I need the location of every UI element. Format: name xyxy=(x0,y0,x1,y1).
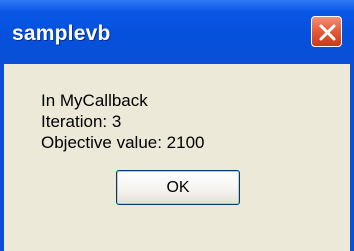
message-line-objective: Objective value: 2100 xyxy=(41,133,205,152)
title-bar[interactable]: samplevb xyxy=(0,0,354,64)
close-icon xyxy=(319,24,336,41)
message-box-window: samplevb In MyCallback Iteration: 3 Obje… xyxy=(0,0,354,251)
message-line-callback: In MyCallback xyxy=(41,91,148,110)
message-line-iteration: Iteration: 3 xyxy=(41,112,122,131)
window-title: samplevb xyxy=(12,22,111,45)
ok-button[interactable]: OK xyxy=(116,170,240,205)
dialog-body: In MyCallback Iteration: 3 Objective val… xyxy=(4,64,350,251)
close-button[interactable] xyxy=(311,16,342,47)
